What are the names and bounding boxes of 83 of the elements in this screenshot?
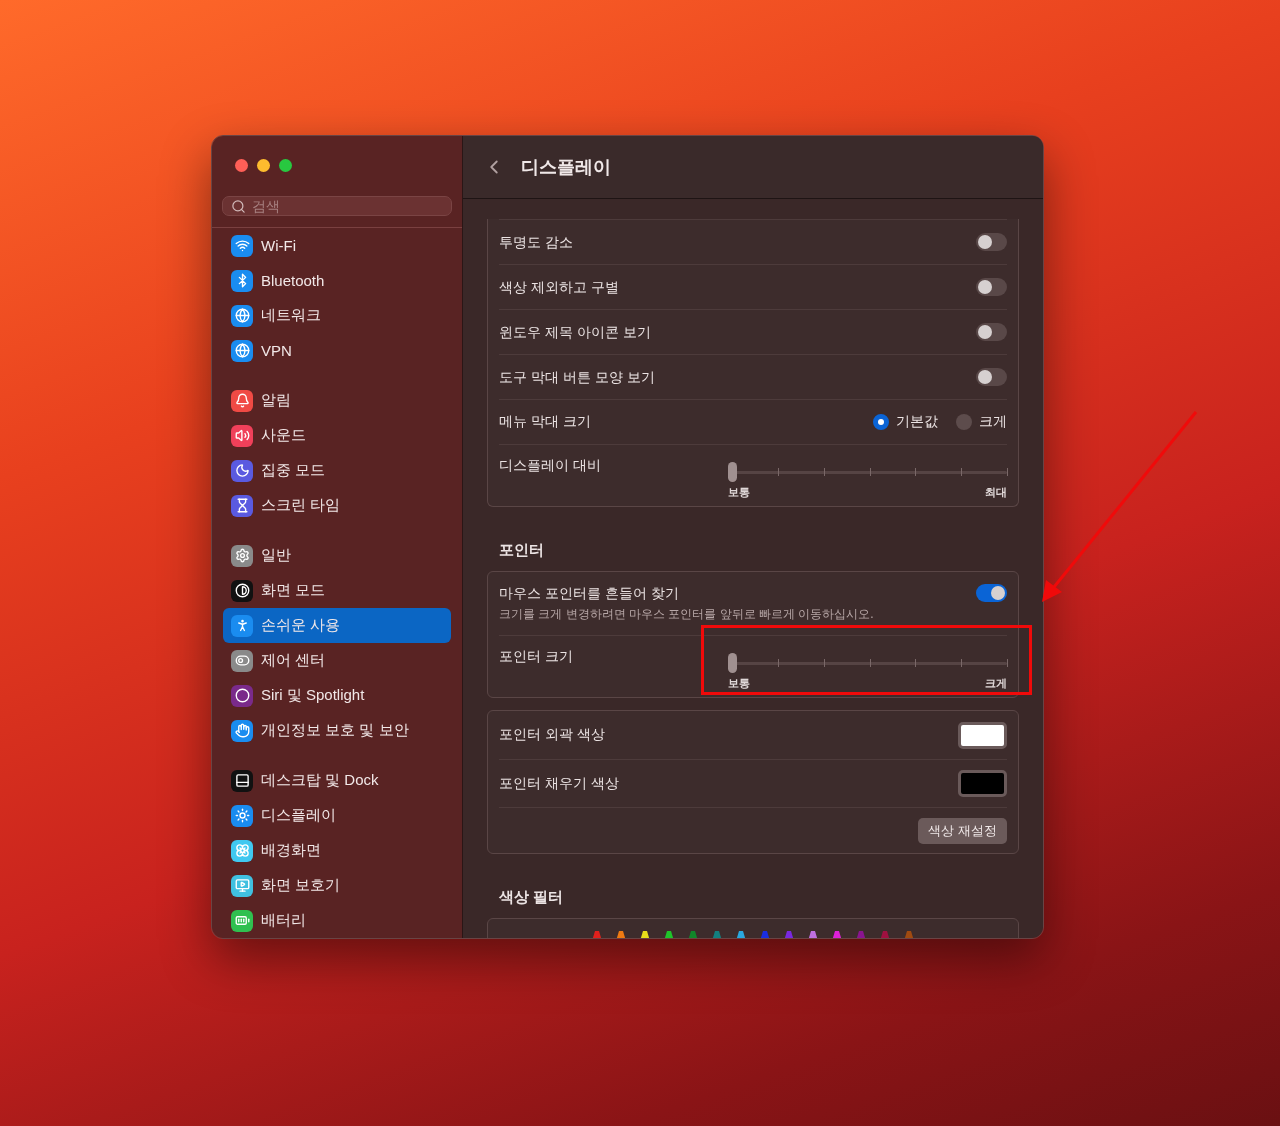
battery-icon	[231, 909, 253, 932]
section-title: 색상 필터	[499, 888, 565, 907]
setting-label: 포인터 크기	[499, 648, 573, 666]
accessibility-icon	[231, 614, 253, 637]
sidebar-item[interactable]: 화면 보호기	[223, 868, 451, 903]
sidebar-item[interactable]: 배경화면	[223, 833, 451, 868]
sidebar-item[interactable]: 디스플레이	[223, 798, 451, 833]
toggle-switch[interactable]	[976, 323, 1007, 341]
sidebar-item[interactable]: 알림	[223, 383, 451, 418]
contrast-icon	[231, 579, 253, 602]
radio-button[interactable]	[956, 414, 972, 430]
reset-colors-button[interactable]: 색상 재설정	[918, 817, 1007, 844]
search-icon	[231, 198, 246, 214]
slider-thumb[interactable]	[728, 653, 737, 673]
radio-option[interactable]: 기본값	[873, 413, 938, 431]
gear-icon	[231, 544, 253, 567]
setting-label: 투명도 감소	[499, 233, 573, 250]
crayon-icon[interactable]	[640, 931, 650, 938]
section-title: 포인터	[499, 541, 545, 560]
sidebar-item[interactable]: Wi-Fi	[223, 228, 451, 263]
hourglass-icon	[231, 494, 253, 517]
sidebar-item[interactable]: 일반	[223, 538, 451, 573]
sidebar-item[interactable]: 집중 모드	[223, 453, 451, 488]
radio-label: 크게	[979, 413, 1007, 431]
sidebar-item[interactable]: Bluetooth	[223, 263, 451, 298]
screen-icon	[231, 874, 253, 897]
toggle-switch[interactable]	[976, 233, 1007, 251]
globe-icon	[231, 339, 253, 362]
sidebar-item[interactable]: 스크린 타임	[223, 488, 451, 523]
toggle-switch[interactable]	[976, 278, 1007, 296]
minimize-button[interactable]	[257, 159, 270, 172]
sidebar-item[interactable]: 네트워크	[223, 298, 451, 333]
zoom-button[interactable]	[279, 159, 292, 172]
switches-icon	[231, 649, 253, 672]
dock-icon	[231, 769, 253, 792]
wifi-icon	[231, 234, 253, 257]
setting-label: 도구 막대 버튼 모양 보기	[499, 368, 655, 385]
speaker-icon	[231, 424, 253, 447]
setting-label: 포인터 외곽 색상	[499, 726, 605, 744]
crayon-icon[interactable]	[664, 931, 674, 938]
slider-max-label: 크게	[985, 676, 1007, 691]
setting-label: 윈도우 제목 아이콘 보기	[499, 323, 651, 340]
bluetooth-icon	[231, 269, 253, 292]
setting-label: 포인터 채우기 색상	[499, 774, 619, 793]
radio-option[interactable]: 크게	[956, 413, 1007, 431]
sidebar-item[interactable]: 개인정보 보호 및 보안	[223, 713, 451, 748]
search-box[interactable]: 검색	[222, 196, 452, 217]
setting-label: 디스플레이 대비	[499, 457, 601, 475]
sidebar-item[interactable]: VPN	[223, 333, 451, 368]
radio-button[interactable]	[873, 414, 889, 430]
sidebar-item[interactable]: 제어 센터	[223, 643, 451, 678]
globe-icon	[231, 304, 253, 327]
sun-icon	[231, 804, 253, 827]
close-button[interactable]	[235, 159, 248, 172]
slider-min-label: 보통	[728, 676, 750, 691]
flower-icon	[231, 839, 253, 862]
setting-label: 색상 제외하고 구별	[499, 278, 619, 295]
color-well[interactable]	[958, 721, 1007, 749]
slider-thumb[interactable]	[728, 462, 737, 482]
crayon-icon[interactable]	[616, 931, 626, 938]
moon-icon	[231, 459, 253, 482]
crayon-icon[interactable]	[808, 931, 818, 938]
sidebar-item[interactable]: 배터리	[223, 903, 451, 938]
orb-icon	[231, 684, 253, 707]
setting-label: 마우스 포인터를 흔들어 찾기	[499, 585, 679, 601]
crayon-icon[interactable]	[736, 931, 746, 938]
sidebar-item[interactable]: 손쉬운 사용	[223, 608, 451, 643]
slider-min-label: 보통	[728, 485, 750, 500]
color-well[interactable]	[958, 770, 1007, 797]
toggle-switch[interactable]	[976, 584, 1007, 602]
setting-label: 메뉴 막대 크기	[499, 413, 591, 431]
sidebar-item[interactable]: Siri 및 Spotlight	[223, 678, 451, 713]
sidebar-item[interactable]: 사운드	[223, 418, 451, 453]
window-title: 디스플레이	[521, 156, 611, 179]
setting-description: 크기를 크게 변경하려면 마우스 포인터를 앞뒤로 빠르게 이동하십시오.	[499, 606, 874, 623]
sidebar-item[interactable]: 화면 모드	[223, 573, 451, 608]
toggle-switch[interactable]	[976, 368, 1007, 386]
radio-label: 기본값	[896, 413, 938, 431]
hand-icon	[231, 719, 253, 742]
slider-max-label: 최대	[985, 485, 1007, 500]
bell-icon	[231, 389, 253, 412]
search-field[interactable]: 검색	[252, 197, 443, 216]
sidebar-item[interactable]: 데스크탑 및 Dock	[223, 763, 451, 798]
